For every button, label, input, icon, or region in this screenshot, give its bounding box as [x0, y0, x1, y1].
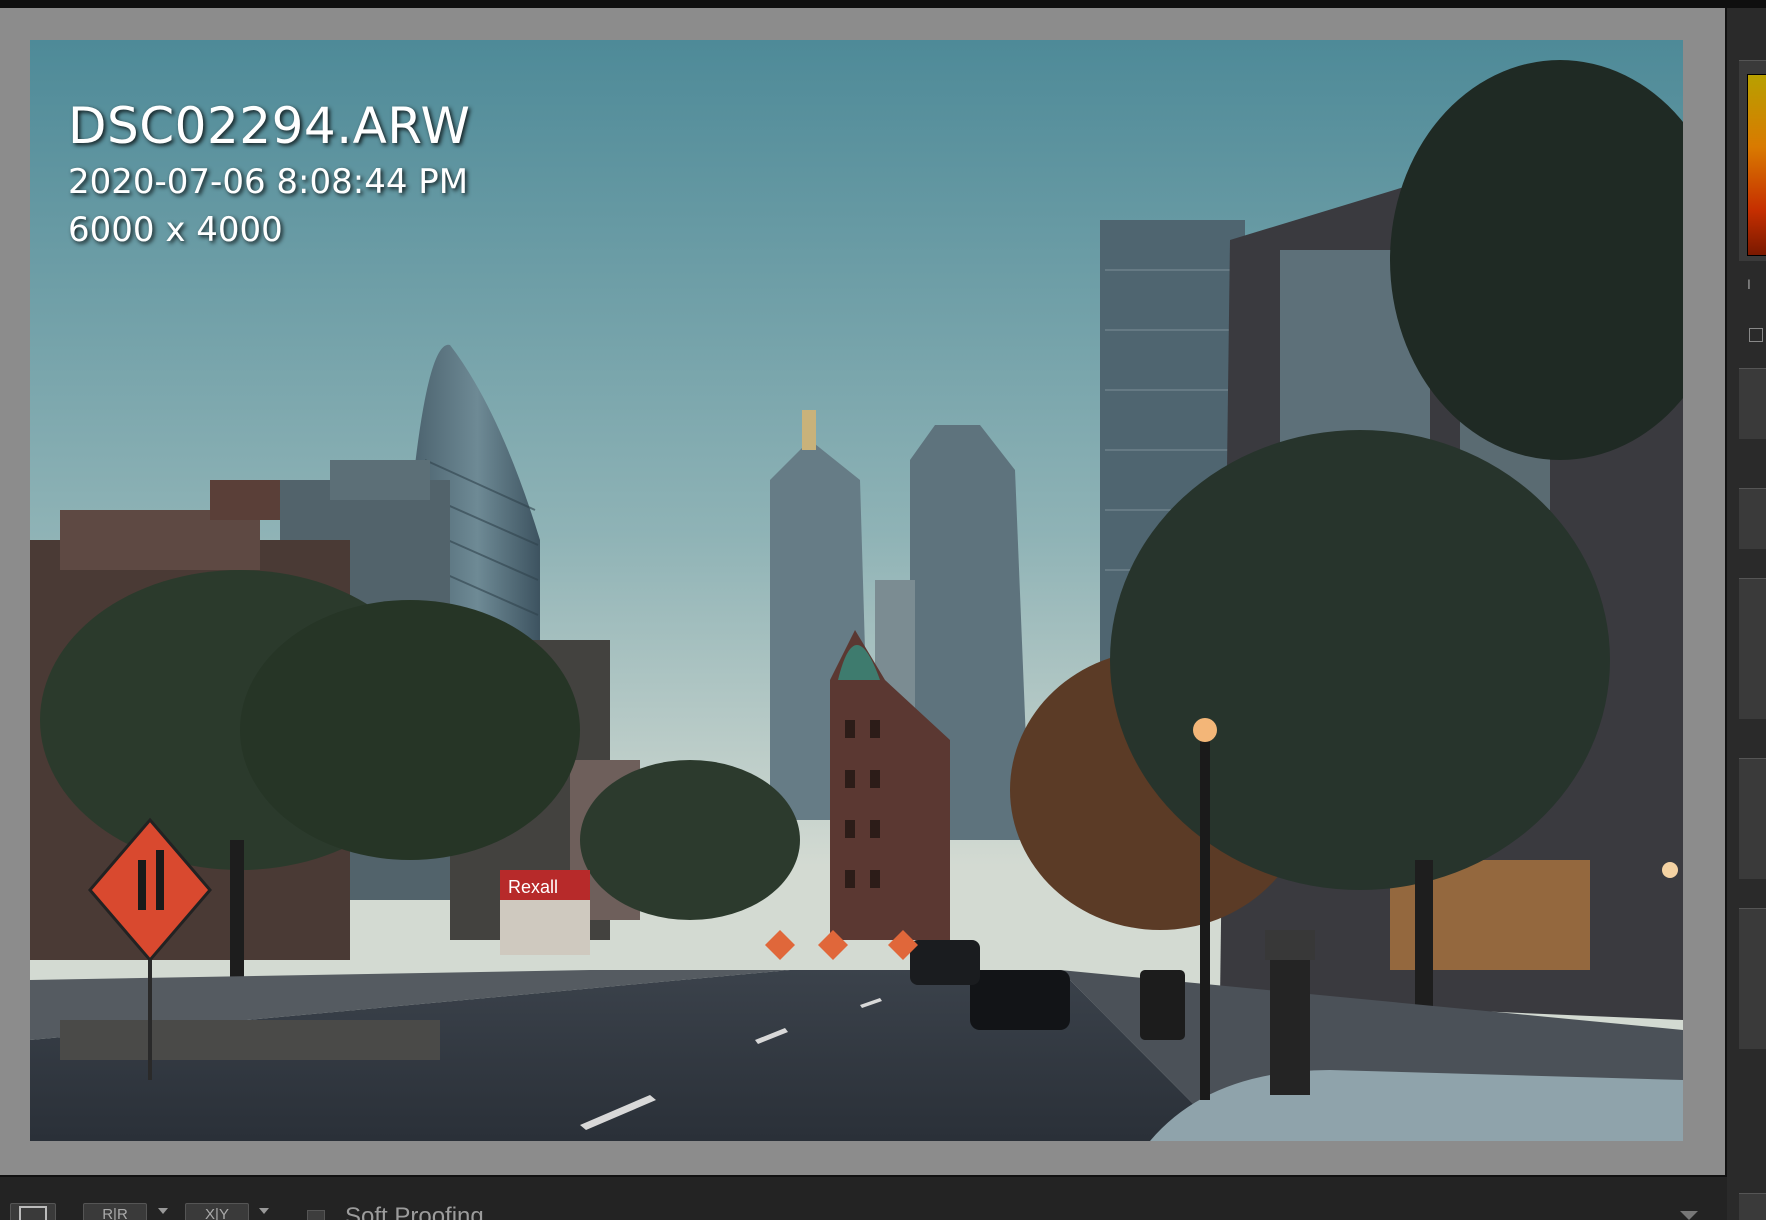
- photo-info-overlay: DSC02294.ARW 2020-07-06 8:08:44 PM 6000 …: [68, 94, 470, 254]
- toolbar-options-caret[interactable]: [1680, 1211, 1698, 1220]
- lightroom-develop-window: Rexall DSC02294.ARW 2020-07-06 8:08:44 P…: [0, 0, 1766, 1220]
- survey-view-caret[interactable]: [259, 1208, 269, 1214]
- compare-view-icon: R|R: [102, 1206, 128, 1220]
- panel-section[interactable]: [1739, 758, 1766, 879]
- panel-section[interactable]: [1739, 1193, 1766, 1220]
- file-name: DSC02294.ARW: [68, 97, 471, 155]
- soft-proofing-checkbox[interactable]: [307, 1210, 325, 1220]
- panel-checkbox[interactable]: [1749, 328, 1763, 342]
- loupe-view-icon: [19, 1206, 47, 1220]
- image-dimensions: 6000 x 4000: [68, 210, 283, 250]
- survey-view-icon: X|Y: [205, 1206, 229, 1220]
- loupe-viewer[interactable]: Rexall DSC02294.ARW 2020-07-06 8:08:44 P…: [0, 8, 1727, 1175]
- rexall-storefront: Rexall: [500, 870, 590, 955]
- panel-label-glyph: I: [1747, 276, 1751, 292]
- panel-section[interactable]: [1739, 368, 1766, 439]
- panel-section[interactable]: [1739, 908, 1766, 1049]
- loupe-view-button[interactable]: [10, 1203, 56, 1220]
- rexall-sign: Rexall: [508, 877, 558, 897]
- soft-proofing-label: Soft Proofing: [345, 1203, 484, 1220]
- capture-datetime: 2020-07-06 8:08:44 PM: [68, 162, 469, 202]
- top-divider: [0, 0, 1766, 8]
- photo-preview[interactable]: Rexall DSC02294.ARW 2020-07-06 8:08:44 P…: [30, 40, 1683, 1141]
- compare-view-button[interactable]: R|R: [83, 1203, 147, 1220]
- panel-section[interactable]: [1739, 488, 1766, 549]
- compare-view-caret[interactable]: [158, 1208, 168, 1214]
- toolbar: R|R X|Y Soft Proofing: [0, 1175, 1727, 1220]
- panel-section[interactable]: [1739, 578, 1766, 719]
- right-panel: I: [1727, 8, 1766, 1220]
- histogram-graph: [1747, 74, 1766, 256]
- survey-view-button[interactable]: X|Y: [185, 1203, 249, 1220]
